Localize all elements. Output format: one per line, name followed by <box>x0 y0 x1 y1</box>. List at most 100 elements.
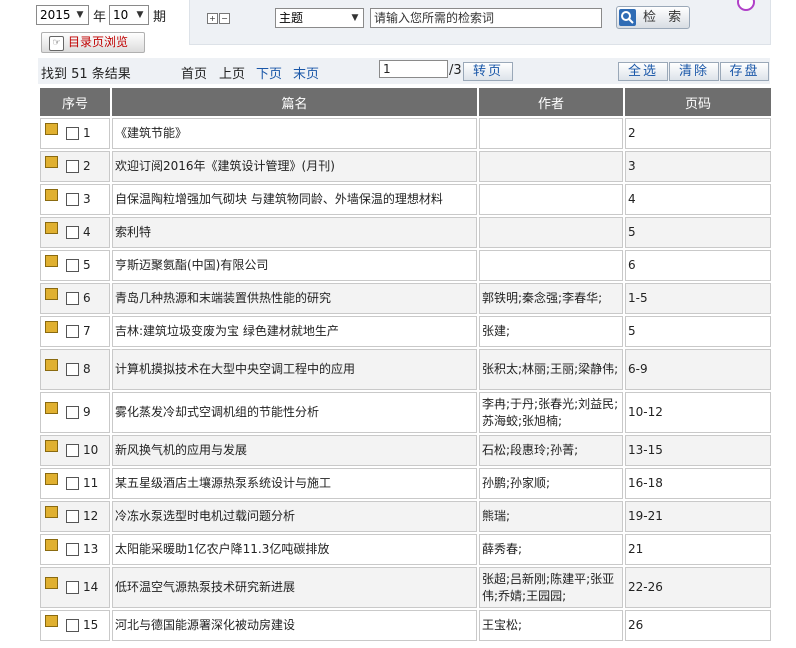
row-checkbox[interactable] <box>66 292 79 305</box>
row-checkbox[interactable] <box>66 619 79 632</box>
chevron-down-icon: ▼ <box>351 13 359 23</box>
row-author <box>477 182 625 217</box>
row-checkbox[interactable] <box>66 226 79 239</box>
row-checkbox[interactable] <box>66 543 79 556</box>
book-icon <box>45 402 58 414</box>
prev-page-link[interactable]: 上页 <box>219 63 245 82</box>
row-title[interactable]: 《建筑节能》 <box>110 116 479 151</box>
row-no[interactable]: 3 <box>83 192 91 206</box>
row-no-cell: 10 <box>38 433 112 468</box>
row-checkbox[interactable] <box>66 259 79 272</box>
book-icon <box>45 321 58 333</box>
row-pages: 26 <box>623 608 773 643</box>
row-title[interactable]: 太阳能采暖助1亿农户降11.3亿吨碳排放 <box>110 532 479 567</box>
row-no-cell: 2 <box>38 149 112 184</box>
table-row: 3 自保温陶粒增强加气砌块 与建筑物同龄、外墙保温的理想材料 4 <box>38 182 773 217</box>
row-pages: 16-18 <box>623 466 773 501</box>
row-checkbox[interactable] <box>66 193 79 206</box>
row-checkbox[interactable] <box>66 406 79 419</box>
table-row: 10 新风换气机的应用与发展 石松;段惠玲;孙菁; 13-15 <box>38 433 773 468</box>
row-checkbox[interactable] <box>66 160 79 173</box>
row-title[interactable]: 河北与德国能源署深化被动房建设 <box>110 608 479 643</box>
table-row: 13 太阳能采暖助1亿农户降11.3亿吨碳排放 薛秀春; 21 <box>38 532 773 567</box>
row-no[interactable]: 9 <box>83 405 91 419</box>
select-all-button[interactable]: 全选 <box>618 62 668 81</box>
row-author <box>477 248 625 283</box>
row-checkbox[interactable] <box>66 363 79 376</box>
row-title[interactable]: 低环温空气源热泵技术研究新进展 <box>110 565 479 610</box>
table-row: 6 青岛几种热源和末端装置供热性能的研究 郭铁明;秦念强;李春华; 1-5 <box>38 281 773 316</box>
search-field-value: 主题 <box>279 11 304 25</box>
issue-select[interactable]: 10 ▼ <box>109 5 149 25</box>
row-pages: 10-12 <box>623 390 773 435</box>
row-title[interactable]: 亨斯迈聚氨酯(中国)有限公司 <box>110 248 479 283</box>
row-title[interactable]: 冷冻水泵选型时电机过载问题分析 <box>110 499 479 534</box>
row-no[interactable]: 8 <box>83 362 91 376</box>
row-title[interactable]: 吉林:建筑垃圾变废为宝 绿色建材就地生产 <box>110 314 479 349</box>
row-title[interactable]: 自保温陶粒增强加气砌块 与建筑物同龄、外墙保温的理想材料 <box>110 182 479 217</box>
search-button[interactable]: 检 索 <box>616 6 690 29</box>
go-page-button[interactable]: 转页 <box>463 62 513 81</box>
row-title[interactable]: 青岛几种热源和末端装置供热性能的研究 <box>110 281 479 316</box>
clear-button[interactable]: 清除 <box>669 62 719 81</box>
row-no[interactable]: 12 <box>83 509 98 523</box>
row-checkbox[interactable] <box>66 444 79 457</box>
save-button[interactable]: 存盘 <box>720 62 769 81</box>
row-title[interactable]: 雾化蒸发冷却式空调机组的节能性分析 <box>110 390 479 435</box>
row-pages: 5 <box>623 215 773 250</box>
row-checkbox[interactable] <box>66 477 79 490</box>
row-no[interactable]: 14 <box>83 580 98 594</box>
row-author <box>477 149 625 184</box>
page-number-input[interactable]: 1 <box>379 60 448 78</box>
page-number-value: 1 <box>383 62 391 76</box>
header-no: 序号 <box>38 86 112 118</box>
expand-icon[interactable]: + <box>207 13 218 24</box>
chevron-down-icon: ▼ <box>136 10 144 20</box>
row-no[interactable]: 5 <box>83 258 91 272</box>
row-no[interactable]: 4 <box>83 225 91 239</box>
row-author: 张建; <box>477 314 625 349</box>
row-author: 石松;段惠玲;孙菁; <box>477 433 625 468</box>
next-page-link[interactable]: 下页 <box>256 63 282 82</box>
issue-unit-label: 期 <box>153 10 167 25</box>
collapse-icon[interactable]: − <box>219 13 230 24</box>
book-icon <box>45 288 58 300</box>
last-page-link[interactable]: 末页 <box>293 63 319 82</box>
toc-browse-button[interactable]: ☞ 目录页浏览 <box>41 32 145 53</box>
table-row: 1 《建筑节能》 2 <box>38 116 773 151</box>
header-title: 篇名 <box>110 86 479 118</box>
row-title[interactable]: 某五星级酒店土壤源热泵系统设计与施工 <box>110 466 479 501</box>
year-select[interactable]: 2015 ▼ <box>36 5 89 25</box>
row-title[interactable]: 计算机摸拟技术在大型中央空调工程中的应用 <box>110 347 479 392</box>
row-checkbox[interactable] <box>66 581 79 594</box>
row-checkbox[interactable] <box>66 127 79 140</box>
table-row: 14 低环温空气源热泵技术研究新进展 张超;吕新刚;陈建平;张亚伟;乔婧;王园园; 2… <box>38 565 773 610</box>
table-row: 12 冷冻水泵选型时电机过载问题分析 熊瑞; 19-21 <box>38 499 773 534</box>
book-icon <box>45 189 58 201</box>
row-pages: 6-9 <box>623 347 773 392</box>
row-no[interactable]: 10 <box>83 443 98 457</box>
row-no[interactable]: 7 <box>83 324 91 338</box>
row-author: 李冉;于丹;张春光;刘益民;苏海蛟;张旭楠; <box>477 390 625 435</box>
row-checkbox[interactable] <box>66 510 79 523</box>
row-no[interactable]: 1 <box>83 126 91 140</box>
first-page-link[interactable]: 首页 <box>181 63 207 82</box>
row-title[interactable]: 索利特 <box>110 215 479 250</box>
row-no[interactable]: 13 <box>83 542 98 556</box>
row-checkbox[interactable] <box>66 325 79 338</box>
browse-icon: ☞ <box>49 36 64 51</box>
results-table: 序号 篇名 作者 页码 1 《建筑节能》 2 2 欢迎订阅2016年《建筑设计管理》(月… <box>38 86 773 643</box>
search-field-select[interactable]: 主题 ▼ <box>275 8 364 28</box>
row-title[interactable]: 欢迎订阅2016年《建筑设计管理》(月刊) <box>110 149 479 184</box>
row-pages: 22-26 <box>623 565 773 610</box>
book-icon <box>45 123 58 135</box>
row-author <box>477 215 625 250</box>
search-input[interactable]: 请输入您所需的检索词 <box>370 8 602 28</box>
row-title[interactable]: 新风换气机的应用与发展 <box>110 433 479 468</box>
row-author: 张超;吕新刚;陈建平;张亚伟;乔婧;王园园; <box>477 565 625 610</box>
row-no[interactable]: 15 <box>83 618 98 632</box>
row-no[interactable]: 6 <box>83 291 91 305</box>
row-no[interactable]: 11 <box>83 476 98 490</box>
row-no-cell: 14 <box>38 565 112 610</box>
row-no[interactable]: 2 <box>83 159 91 173</box>
